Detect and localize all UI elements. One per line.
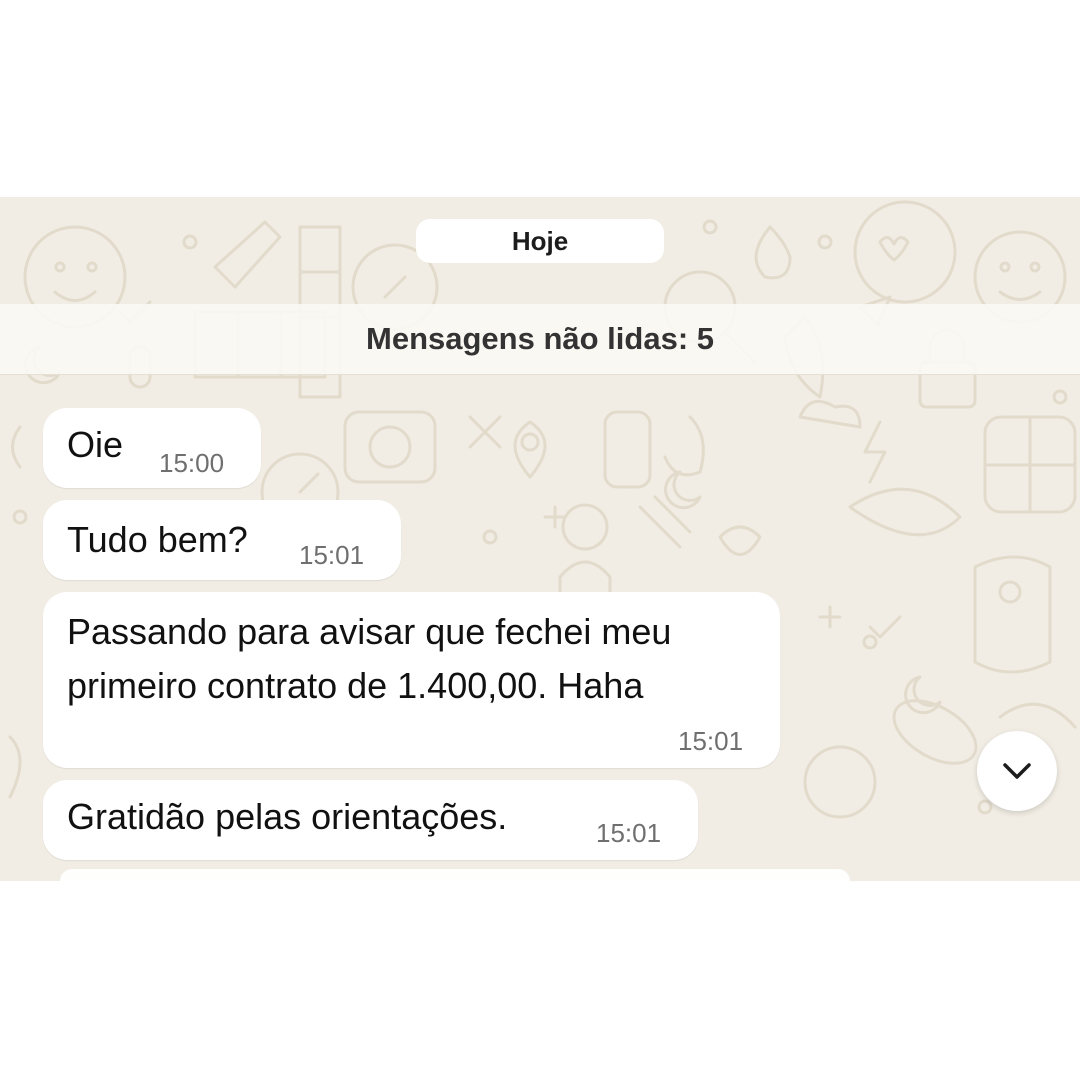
chevron-down-icon [1003, 763, 1031, 779]
message-timestamp: 15:01 [678, 726, 744, 756]
date-separator-label: Hoje [511, 225, 569, 256]
next-message-bubble-partial [60, 869, 850, 881]
message-bubble[interactable]: Oie 15:00 [43, 408, 261, 488]
message-timestamp: 15:01 [299, 540, 365, 570]
unread-messages-banner: Mensagens não lidas: 5 [0, 304, 1080, 375]
message-text-line: Passando para avisar que fechei meu [67, 611, 672, 652]
message-text: Oie [67, 424, 124, 465]
date-separator: Hoje [416, 219, 664, 263]
scroll-to-bottom-button[interactable] [977, 731, 1057, 811]
message-bubble[interactable]: Tudo bem? 15:01 [43, 500, 401, 580]
message-timestamp: 15:00 [159, 448, 225, 478]
chat-area: Hoje Mensagens não lidas: 5 Oie 15:00 Tu… [0, 197, 1080, 881]
unread-messages-label: Mensagens não lidas: 5 [366, 321, 714, 356]
message-text: Gratidão pelas orientações. [67, 796, 508, 837]
message-bubble[interactable]: Gratidão pelas orientações. 15:01 [43, 780, 698, 860]
message-text-line: primeiro contrato de 1.400,00. Haha [67, 665, 644, 706]
message-timestamp: 15:01 [596, 818, 662, 848]
message-text: Tudo bem? [67, 519, 248, 560]
message-bubble[interactable]: Passando para avisar que fechei meu prim… [43, 592, 780, 768]
